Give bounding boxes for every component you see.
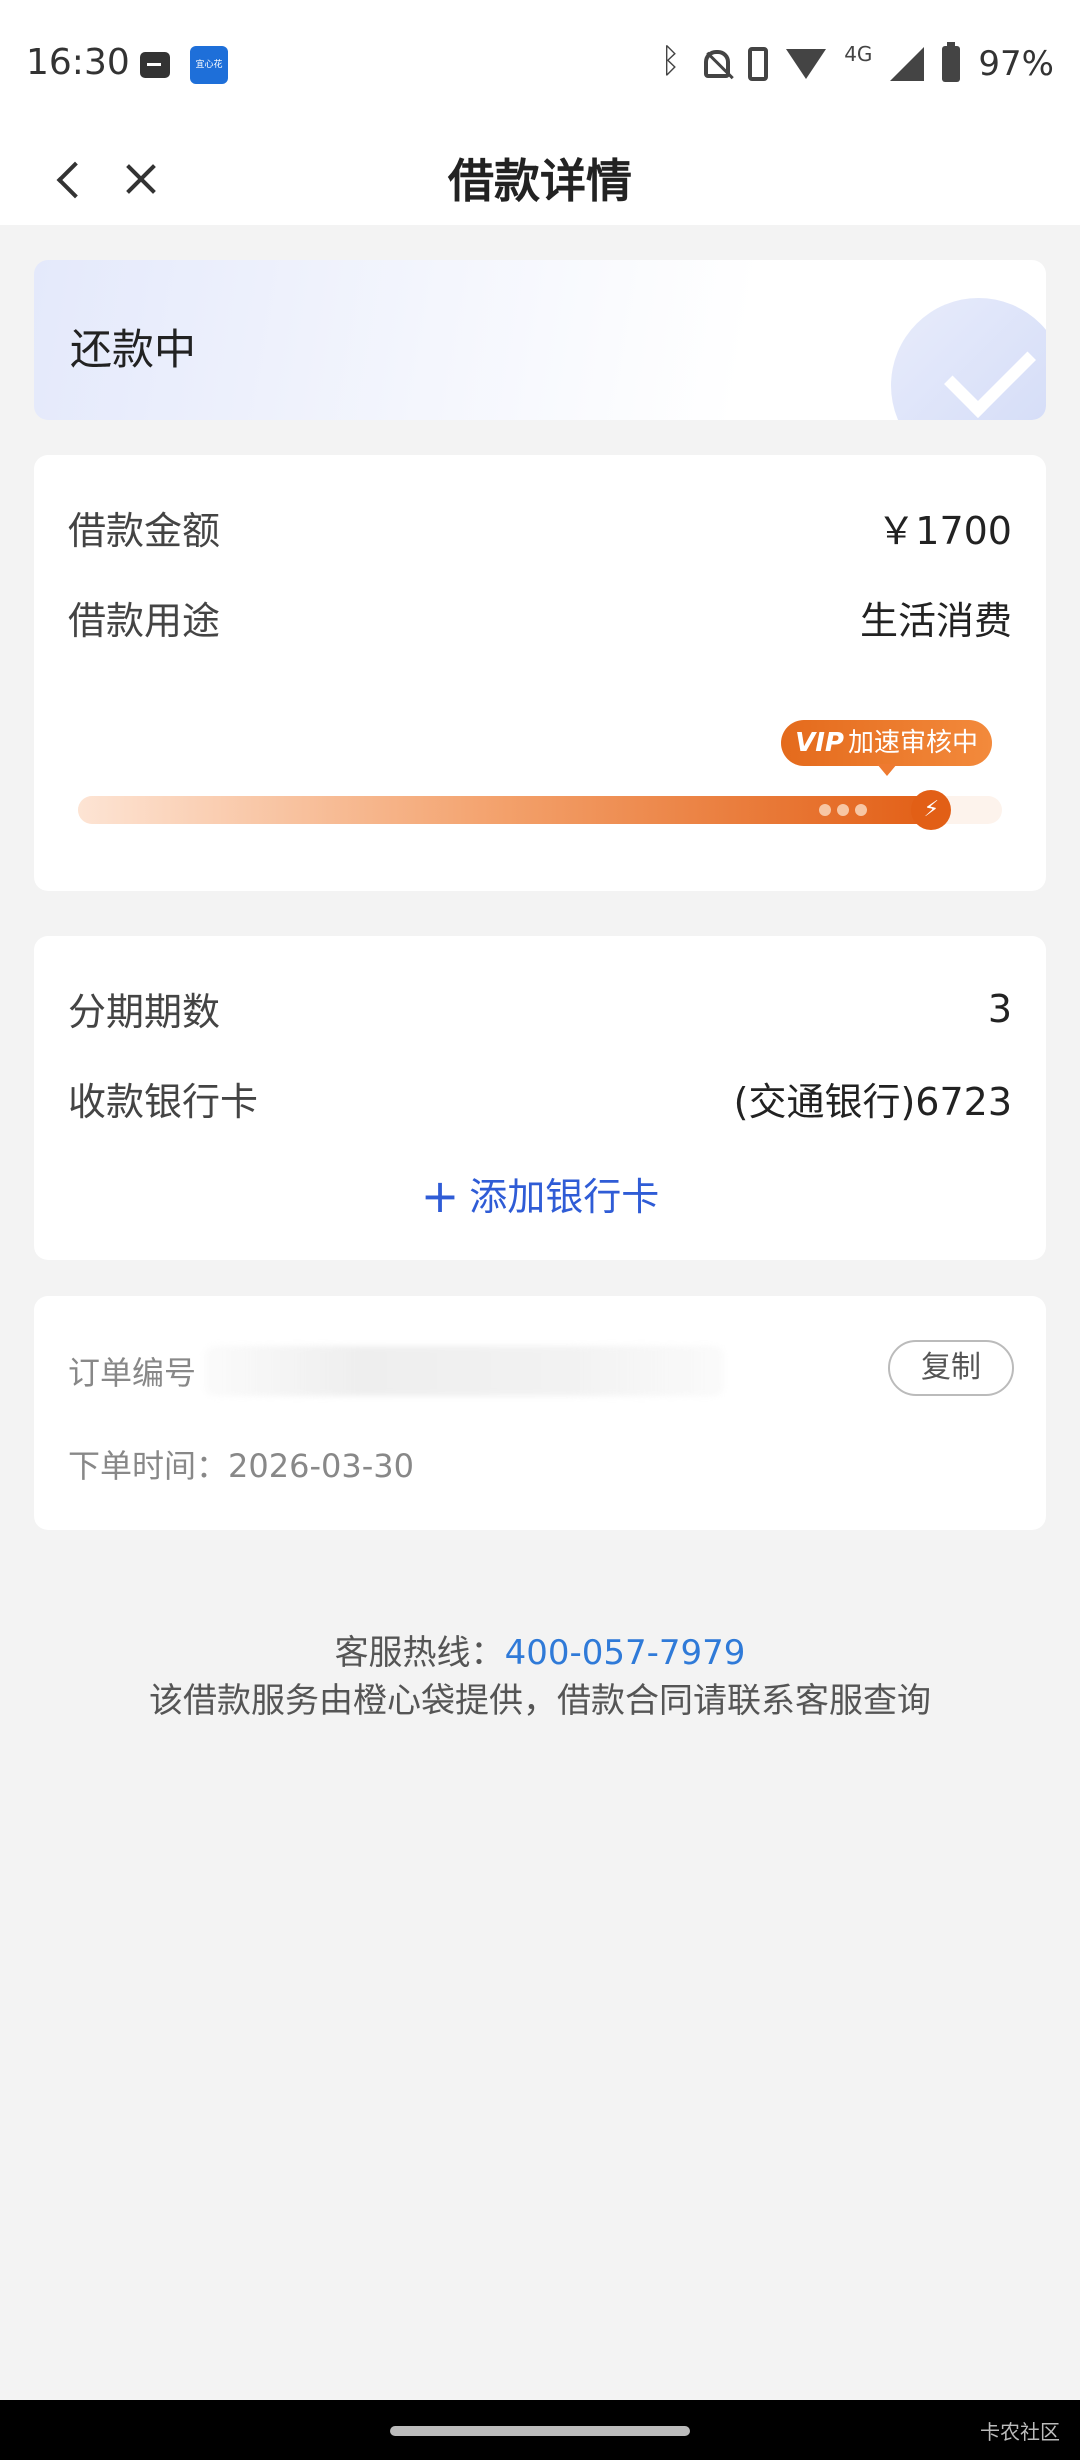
plus-icon: + [420,1169,460,1223]
progress-track: ⚡ [78,790,1002,830]
lightning-icon: ⚡ [911,790,952,830]
progress-dot [819,804,832,816]
vip-mark: VIP [795,728,844,758]
amount-row: 借款金额 ￥1700 [68,500,1012,555]
add-bank-card-label: 添加银行卡 [469,1175,660,1219]
purpose-row: 借款用途 生活消费 [68,590,1012,645]
page-title: 借款详情 [448,154,632,208]
loan-info-card: 借款金额 ￥1700 借款用途 生活消费 VIP 加速审核中 ⚡ [34,455,1046,891]
vibrate-icon [748,47,769,81]
loan-status: 还款中 [70,325,197,374]
installment-card: 分期期数 3 收款银行卡 (交通银行)6723 + 添加银行卡 [34,936,1046,1260]
check-badge-icon [891,298,1046,420]
progress-dot [837,804,850,816]
order-time: 下单时间：2026-03-30 [68,1447,414,1485]
wifi-icon [786,49,827,79]
hotline-label: 客服热线： [334,1633,505,1673]
status-bar: 16:30 宜心花 4G 97% [0,0,1080,135]
vip-speedup-badge: VIP 加速审核中 [781,720,992,776]
bank-label: 收款银行卡 [68,1080,259,1124]
nav-bar: 借款详情 [0,135,1080,225]
bank-value: (交通银行)6723 [733,1080,1012,1124]
gesture-bar: 卡农社区 [0,2400,1080,2460]
periods-row: 分期期数 3 [68,981,1012,1036]
periods-value: 3 [987,986,1012,1031]
hotline-number[interactable]: 400-057-7979 [505,1633,746,1673]
amount-label: 借款金额 [68,509,221,553]
vip-text: 加速审核中 [847,728,978,758]
customer-hotline: 客服热线：400-057-7979 [0,1625,1080,1674]
status-icons: 4G 97% [656,41,1054,86]
order-number-label: 订单编号 [68,1354,197,1392]
watermark: 卡农社区 [980,2420,1060,2444]
bank-row[interactable]: 收款银行卡 (交通银行)6723 [68,1071,1012,1126]
periods-label: 分期期数 [68,990,221,1034]
progress-fill: ⚡ [78,790,952,830]
status-time: 16:30 [26,42,130,83]
bell-off-icon [704,50,731,78]
progress-dots [819,804,868,816]
loan-status-card: 还款中 [34,260,1046,420]
signal-icon [890,47,925,81]
network-type: 4G [844,42,873,66]
review-progress: VIP 加速审核中 ⚡ [78,720,1002,840]
order-number-redacted [204,1346,724,1396]
copy-button[interactable]: 复制 [888,1340,1014,1396]
home-indicator[interactable] [390,2426,690,2436]
battery-icon [942,42,961,82]
bluetooth-icon [656,41,686,81]
battery-percent: 97% [978,44,1054,84]
add-bank-card-button[interactable]: + 添加银行卡 [34,1166,1046,1223]
service-note: 该借款服务由橙心袋提供，借款合同请联系客服查询 [149,1681,931,1721]
purpose-value: 生活消费 [859,599,1012,643]
progress-dot [855,804,868,816]
purpose-label: 借款用途 [68,599,221,643]
app-notification-icon: 宜心花 [190,46,228,84]
message-icon [140,52,170,78]
order-card: 订单编号 复制 下单时间：2026-03-30 [34,1296,1046,1530]
amount-value: ￥1700 [877,509,1012,553]
